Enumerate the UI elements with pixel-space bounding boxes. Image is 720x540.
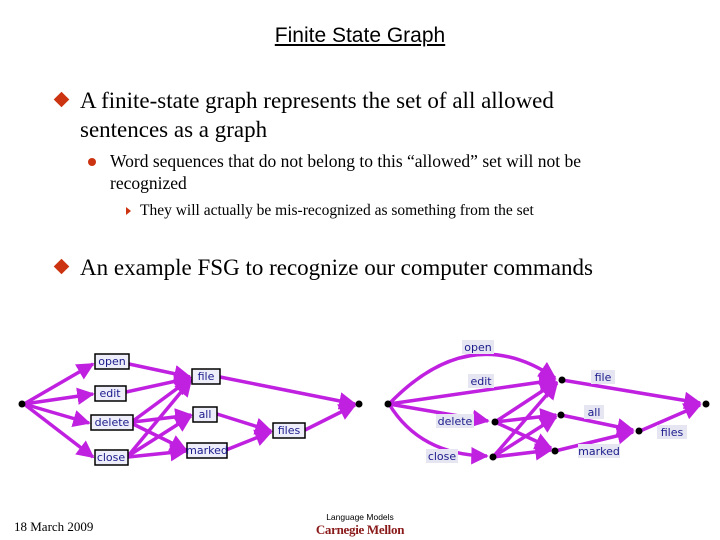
edge-files-end — [304, 403, 357, 432]
node-label: marked — [186, 444, 228, 457]
node-edit: edit — [94, 385, 127, 402]
node-delete: delete — [90, 414, 134, 431]
svg-text:file: file — [595, 371, 612, 384]
start-node — [18, 400, 26, 408]
node-files: files — [272, 422, 306, 439]
right-graph — [387, 352, 702, 465]
svg-text:edit: edit — [470, 375, 492, 388]
state-node — [558, 376, 566, 384]
state-node — [635, 427, 643, 435]
node-label: file — [198, 370, 215, 383]
end-node — [355, 400, 363, 408]
edge-label-open: open — [462, 340, 494, 354]
node-file: file — [191, 368, 221, 385]
node-all: all — [192, 406, 218, 423]
footer-date: 18 March 2009 — [14, 519, 94, 534]
node-label: delete — [95, 416, 130, 429]
node-label: all — [199, 408, 212, 421]
node-label: close — [97, 451, 126, 464]
edge-start-close — [22, 402, 95, 459]
svg-text:close: close — [428, 450, 457, 463]
node-label: edit — [99, 387, 121, 400]
edge-open-file — [128, 362, 192, 383]
edge-all-files — [216, 412, 273, 435]
node-marked: marked — [186, 442, 228, 459]
svg-text:marked: marked — [578, 445, 620, 458]
edge-file-end — [219, 375, 357, 410]
state-node — [489, 453, 497, 461]
svg-text:open: open — [464, 341, 491, 354]
state-node — [557, 411, 565, 419]
edge-label-all: all — [584, 405, 604, 419]
edge-label-marked: marked — [578, 444, 620, 458]
svg-text:delete: delete — [438, 415, 473, 428]
fsg-diagrams: open edit delete close file all marked f… — [18, 340, 710, 466]
svg-text:files: files — [661, 426, 684, 439]
svg-text:all: all — [588, 406, 601, 419]
edge-label-close: close — [426, 449, 458, 463]
edge-file — [561, 378, 702, 410]
node-label: files — [278, 424, 301, 437]
node-open: open — [94, 353, 130, 370]
edge-label-delete: delete — [436, 414, 474, 428]
state-node — [551, 447, 559, 455]
edge-label-files: files — [657, 425, 687, 439]
node-label: open — [98, 355, 125, 368]
node-close: close — [94, 449, 129, 466]
edge-label-edit: edit — [468, 374, 494, 388]
footer-course-name: Language Models — [326, 512, 394, 522]
footer-institution-logo: Carnegie Mellon — [315, 522, 405, 537]
edge-marked-files — [225, 429, 273, 452]
right-end-node — [702, 400, 710, 408]
edge-label-file: file — [591, 370, 615, 384]
right-start-node — [384, 400, 392, 408]
state-node — [491, 418, 499, 426]
